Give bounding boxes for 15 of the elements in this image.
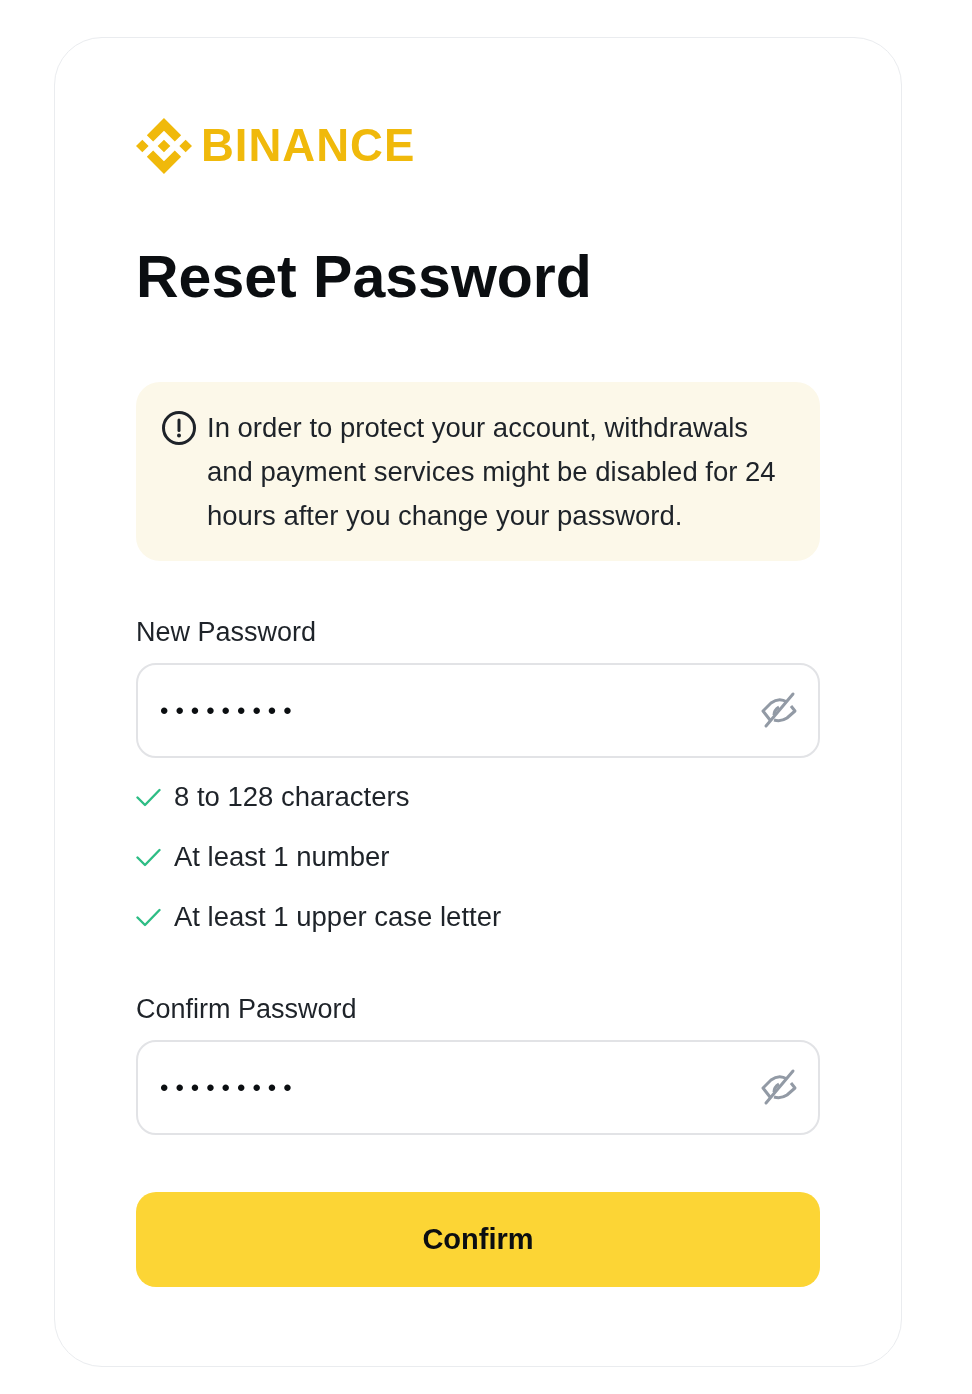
requirement-text: At least 1 upper case letter: [174, 901, 502, 933]
exclamation-circle-icon: [162, 411, 196, 445]
confirm-button[interactable]: Confirm: [136, 1192, 820, 1287]
eye-slash-icon[interactable]: [760, 1068, 798, 1106]
field-label: Confirm Password: [136, 993, 357, 1025]
notice-text: In order to protect your account, withdrawals and payment services might be disabled for 24 hours after you change your password.: [207, 411, 777, 533]
eye-slash-icon[interactable]: [760, 691, 798, 729]
brand-name: BINANCE: [201, 121, 416, 171]
password-field[interactable]: •••••••••: [136, 1040, 820, 1135]
page-title: Reset Password: [136, 246, 592, 308]
requirement-text: At least 1 number: [174, 841, 390, 873]
requirement-text: 8 to 128 characters: [174, 781, 410, 813]
password-field[interactable]: •••••••••: [136, 663, 820, 758]
diamond-logo-icon: [136, 118, 192, 174]
field-label: New Password: [136, 616, 317, 648]
